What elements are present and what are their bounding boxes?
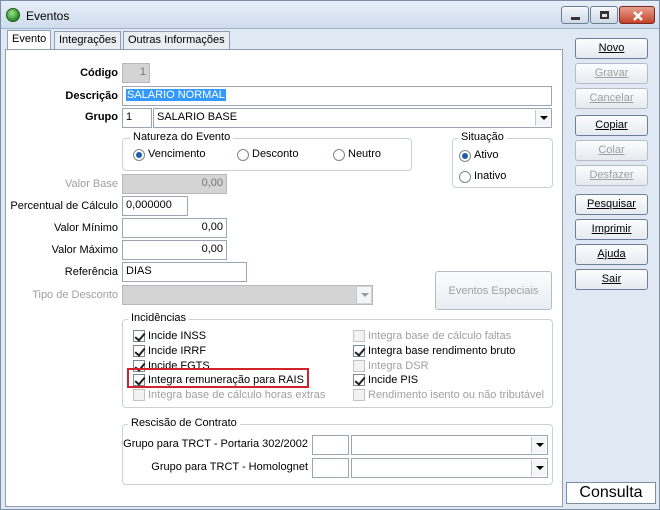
referencia-field[interactable]: DIAS	[122, 262, 247, 282]
valor-maximo-field[interactable]: 0,00	[122, 240, 227, 260]
label-incide-irrf: Incide IRRF	[148, 345, 207, 357]
tab-integracoes[interactable]: Integrações	[54, 31, 122, 49]
radio-vencimento-label: Vencimento	[148, 148, 206, 160]
trct-homolognet-code-field[interactable]	[312, 458, 349, 478]
desfazer-button: Desfazer	[575, 165, 648, 186]
tab-evento[interactable]: Evento	[7, 30, 52, 49]
grupo-select[interactable]: SALARIO BASE	[153, 108, 552, 128]
radio-ativo-label: Ativo	[474, 149, 499, 161]
radio-inativo-label: Inativo	[474, 170, 507, 182]
checkbox-integra-horas-extras	[133, 389, 145, 401]
grupo-label: Grupo	[85, 111, 118, 123]
radio-vencimento[interactable]	[133, 149, 145, 161]
pesquisar-button[interactable]: Pesquisar	[575, 194, 648, 215]
codigo-label: Código	[80, 67, 118, 79]
referencia-label: Referência	[64, 266, 118, 278]
percentual-label: Percentual de Cálculo	[10, 200, 118, 212]
chevron-down-icon	[531, 437, 546, 453]
eventos-window: Eventos Evento Integrações Outras Inform…	[0, 0, 660, 510]
valor-minimo-label: Valor Mínimo	[54, 222, 118, 234]
label-integra-faltas: Integra base de cálculo faltas	[368, 330, 512, 342]
descricao-label: Descrição	[65, 90, 118, 102]
copiar-button[interactable]: Copiar	[575, 115, 648, 136]
gravar-button: Gravar	[575, 63, 648, 84]
trct-portaria-select[interactable]	[351, 435, 548, 455]
minimize-icon	[571, 17, 580, 20]
natureza-title: Natureza do Evento	[130, 131, 234, 143]
close-button[interactable]	[619, 6, 655, 24]
tab-outras-informacoes[interactable]: Outras Informações	[123, 31, 230, 49]
situacao-title: Situação	[458, 131, 507, 143]
valor-base-field: 0,00	[122, 174, 227, 194]
maximize-button[interactable]	[590, 6, 618, 24]
sair-button[interactable]: Sair	[575, 269, 648, 290]
radio-ativo[interactable]	[459, 150, 471, 162]
colar-button: Colar	[575, 140, 648, 161]
incidencias-title: Incidências	[128, 312, 190, 324]
valor-base-label: Valor Base	[65, 178, 118, 190]
chevron-down-icon	[356, 287, 371, 303]
valor-minimo-field[interactable]: 0,00	[122, 218, 227, 238]
radio-desconto[interactable]	[237, 149, 249, 161]
radio-inativo[interactable]	[459, 171, 471, 183]
chevron-down-icon	[535, 110, 550, 126]
grupo-name: SALARIO BASE	[157, 111, 238, 123]
maximize-icon	[600, 11, 609, 19]
trct-portaria-code-field[interactable]	[312, 435, 349, 455]
codigo-field: 1	[122, 63, 150, 83]
rescisao-title: Rescisão de Contrato	[128, 417, 240, 429]
eventos-especiais-button: Eventos Especiais	[435, 271, 552, 310]
descricao-value: SALARIO NORMAL	[126, 89, 226, 101]
checkbox-incide-inss[interactable]	[133, 330, 145, 342]
trct-portaria-label: Grupo para TRCT - Portaria 302/2002	[123, 438, 308, 450]
trct-homolognet-label: Grupo para TRCT - Homolognet	[151, 461, 308, 473]
rais-highlight-box	[127, 368, 309, 388]
checkbox-incide-irrf[interactable]	[133, 345, 145, 357]
label-incide-pis: Incide PIS	[368, 374, 419, 386]
valor-maximo-label: Valor Máximo	[51, 244, 118, 256]
label-integra-rendimento-bruto: Integra base rendimento bruto	[368, 345, 516, 357]
checkbox-incide-pis[interactable]	[353, 374, 365, 386]
title-bar: Eventos	[1, 1, 659, 29]
checkbox-integra-dsr	[353, 360, 365, 372]
trct-homolognet-select[interactable]	[351, 458, 548, 478]
label-incide-inss: Incide INSS	[148, 330, 207, 342]
radio-neutro-label: Neutro	[348, 148, 382, 160]
app-icon	[6, 8, 20, 22]
imprimir-button[interactable]: Imprimir	[575, 219, 648, 240]
radio-neutro[interactable]	[333, 149, 345, 161]
window-title: Eventos	[26, 9, 70, 23]
status-mode: Consulta	[566, 482, 656, 504]
checkbox-integra-faltas	[353, 330, 365, 342]
cancelar-button: Cancelar	[575, 88, 648, 109]
close-icon	[633, 11, 643, 21]
label-integra-horas-extras: Integra base de cálculo horas extras	[148, 389, 326, 401]
label-rendimento-isento: Rendimento isento ou não tributável	[368, 389, 545, 401]
grupo-code-field[interactable]: 1	[122, 108, 152, 128]
ajuda-button[interactable]: Ajuda	[575, 244, 648, 265]
checkbox-rendimento-isento	[353, 389, 365, 401]
percentual-field[interactable]: 0,000000	[122, 196, 188, 216]
chevron-down-icon	[531, 460, 546, 476]
novo-button[interactable]: Novo	[575, 38, 648, 59]
label-integra-dsr: Integra DSR	[368, 360, 429, 372]
tipo-desconto-label: Tipo de Desconto	[32, 289, 118, 301]
descricao-field[interactable]: SALARIO NORMAL	[122, 86, 552, 106]
checkbox-integra-rendimento-bruto[interactable]	[353, 345, 365, 357]
minimize-button[interactable]	[561, 6, 589, 24]
tipo-desconto-select	[122, 285, 373, 305]
radio-desconto-label: Desconto	[252, 148, 299, 160]
